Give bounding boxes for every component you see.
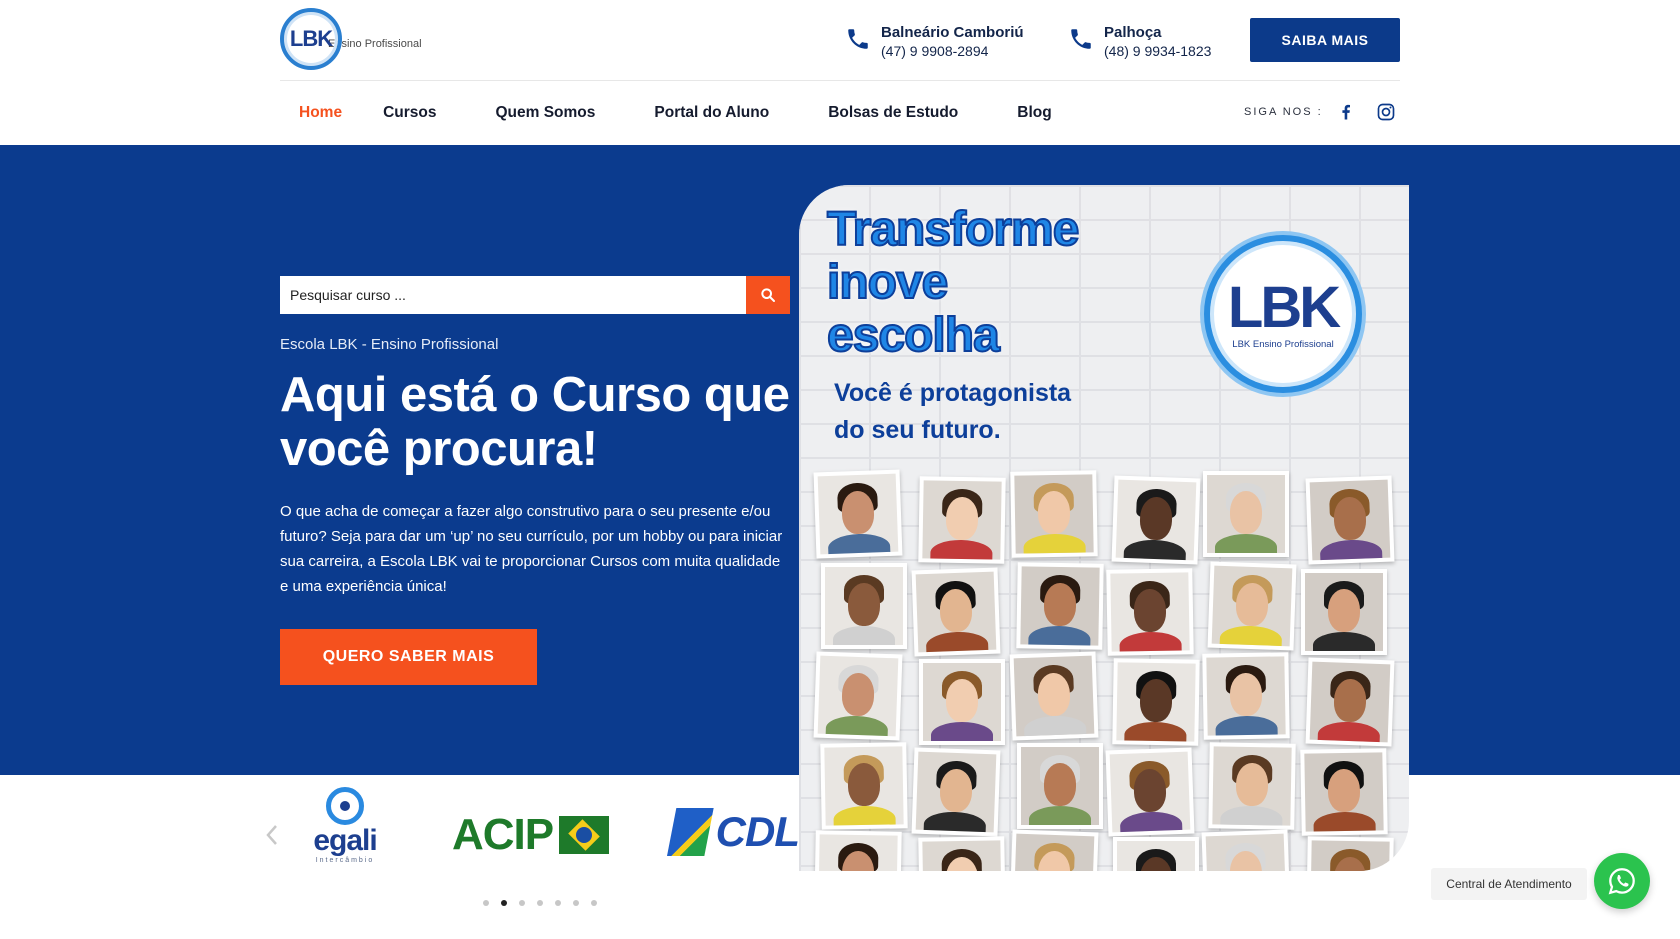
portrait-photo [1009, 651, 1099, 741]
hero-eyebrow: Escola LBK - Ensino Profissional [280, 336, 499, 353]
promo-title-line: inove [826, 255, 949, 310]
nav-item-quem-somos[interactable]: Quem Somos [476, 104, 595, 122]
search-button[interactable] [746, 276, 790, 314]
hero-body: O que acha de começar a fazer algo const… [280, 503, 783, 595]
phone-icon [1071, 29, 1091, 49]
promo-subtitle-line: Você é protagonista [834, 379, 1072, 407]
carousel-dot[interactable] [501, 900, 507, 906]
portrait-photo [814, 830, 902, 871]
chevron-left-icon[interactable] [264, 823, 280, 847]
main-nav: Home Cursos Quem Somos Portal do Aluno B… [280, 92, 1400, 134]
nav-item-blog[interactable]: Blog [998, 104, 1051, 122]
promo-logo-subtitle: LBK Ensino Profissional [1232, 338, 1334, 350]
portrait-photo [1009, 829, 1099, 871]
partner-logo-egali[interactable]: egali Intercâmbio [300, 787, 390, 873]
site-logo[interactable]: LBK Ensino Profissional [280, 6, 430, 72]
logo-subtitle: Ensino Profissional [328, 38, 422, 50]
promo-image: Transforme inove escolha Você é protagon… [799, 185, 1409, 871]
portrait-photo [1208, 742, 1296, 830]
instagram-icon[interactable] [1376, 102, 1396, 122]
whatsapp-button[interactable] [1594, 853, 1650, 909]
contact-phone[interactable]: (47) 9 9908-2894 [881, 42, 1024, 60]
nav-item-bolsas-de-estudo[interactable]: Bolsas de Estudo [809, 104, 958, 122]
partner-logo-cdl[interactable]: CDL [667, 806, 799, 858]
carousel-dots [483, 900, 609, 906]
portrait-photo [1010, 470, 1098, 558]
portrait-photo [1113, 837, 1199, 871]
contact-palhoca[interactable]: Palhoça (48) 9 9934-1823 [1068, 24, 1211, 60]
top-header: LBK Ensino Profissional Balneário Cambor… [280, 0, 1400, 80]
cdl-mark-icon [667, 808, 714, 856]
portrait-photo [1016, 562, 1104, 650]
portrait-photo [813, 651, 903, 741]
portrait-photo [1201, 829, 1291, 871]
partner-logo-acip[interactable]: ACIP [452, 810, 610, 860]
portrait-photo [821, 563, 907, 649]
portrait-photo [1301, 569, 1387, 655]
course-search [280, 276, 790, 314]
portrait-photo [1305, 657, 1395, 747]
portrait-photo [1112, 658, 1200, 746]
portrait-photo [911, 747, 1001, 837]
egali-tagline: Intercâmbio [315, 857, 375, 864]
logo-text: LBK [289, 26, 333, 51]
promo-title-line: escolha [826, 308, 1001, 363]
portrait-photo [918, 836, 1006, 871]
header-divider [280, 80, 1400, 81]
quero-saber-mais-button[interactable]: QUERO SABER MAIS [280, 629, 537, 685]
carousel-dot[interactable] [537, 900, 543, 906]
portrait-photo [1106, 568, 1194, 656]
portrait-photo [919, 659, 1005, 745]
phone-icon [848, 29, 868, 49]
portrait-photo [911, 567, 1001, 657]
facebook-icon[interactable] [1336, 102, 1356, 122]
promo-title-line: Transforme [826, 202, 1080, 257]
promo-lbk-logo: LBK LBK Ensino Profissional [1204, 235, 1362, 393]
portrait-photo [1202, 652, 1290, 740]
nav-item-portal-do-aluno[interactable]: Portal do Aluno [635, 104, 769, 122]
acip-name: ACIP [452, 810, 554, 859]
carousel-dot[interactable] [555, 900, 561, 906]
chat-label[interactable]: Central de Atendimento [1431, 868, 1587, 900]
portrait-photo [1300, 748, 1388, 836]
egali-mark-icon [326, 787, 364, 825]
promo-subtitle-line: do seu futuro. [834, 416, 1001, 444]
saiba-mais-button[interactable]: SAIBA MAIS [1250, 18, 1400, 62]
promo-subtitle: Você é protagonista do seu futuro. [834, 375, 1071, 449]
cdl-name: CDL [715, 808, 799, 855]
social-label: SIGA NOS : [1244, 106, 1323, 118]
portrait-photo [918, 476, 1006, 564]
carousel-dot[interactable] [519, 900, 525, 906]
portrait-photo [1207, 561, 1297, 651]
contact-city: Palhoça [1104, 24, 1162, 41]
promo-logo-text: LBK [1227, 274, 1341, 340]
egali-name: egali [313, 824, 377, 857]
carousel-dot[interactable] [573, 900, 579, 906]
hero-headline: Aqui está o Curso que você procura! [280, 368, 790, 476]
portrait-photo [1306, 836, 1394, 871]
contact-balneario[interactable]: Balneário Camboriú (47) 9 9908-2894 [845, 24, 1024, 60]
portrait-photo [1017, 743, 1103, 829]
portrait-photo [1111, 475, 1201, 565]
search-input[interactable] [280, 276, 746, 314]
nav-item-home[interactable]: Home [280, 104, 342, 122]
carousel-dot[interactable] [483, 900, 489, 906]
promo-title: Transforme inove escolha [826, 202, 1080, 363]
nav-item-cursos[interactable]: Cursos [364, 104, 436, 122]
portrait-photo [1203, 471, 1289, 557]
portrait-photo [820, 742, 908, 830]
contact-city: Balneário Camboriú [881, 24, 1024, 41]
portrait-photo [1105, 747, 1195, 837]
acip-flag-icon [559, 816, 610, 854]
logo-ring: LBK [280, 8, 342, 70]
portrait-photo [1305, 475, 1395, 565]
carousel-dot[interactable] [591, 900, 597, 906]
portrait-photo [813, 469, 903, 559]
whatsapp-icon [1608, 868, 1635, 895]
contact-phone[interactable]: (48) 9 9934-1823 [1104, 42, 1211, 60]
search-icon [761, 288, 775, 302]
